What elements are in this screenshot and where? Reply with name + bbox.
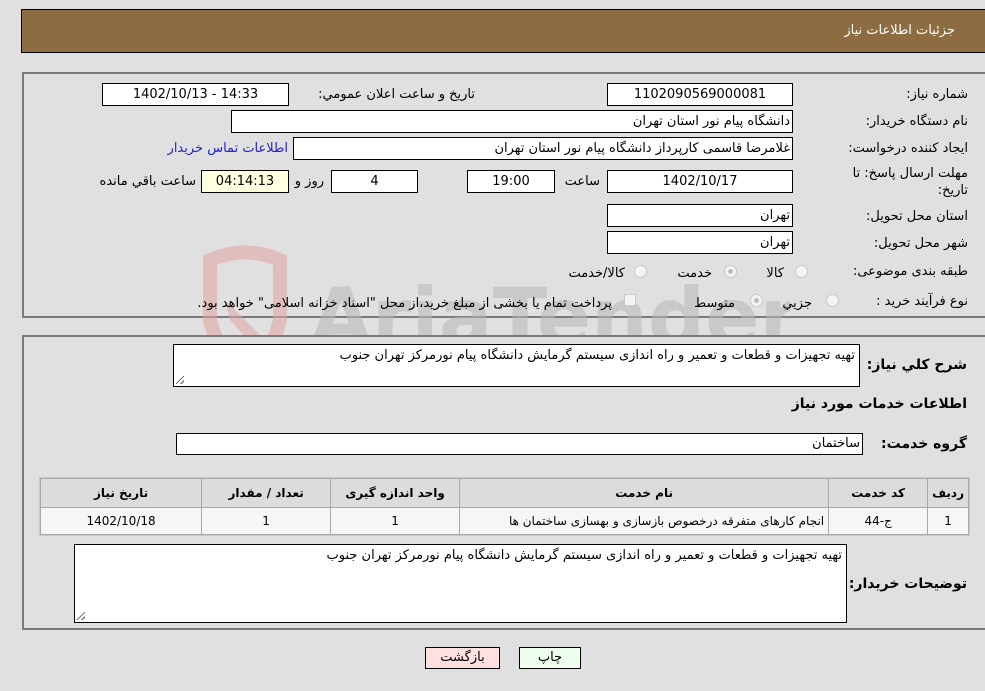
remaining-days-field: 4 [331, 170, 418, 193]
buyer-contact-link[interactable]: اطلاعات تماس خریدار [168, 141, 288, 156]
summary-textarea[interactable]: تهیه تجهیزات و قطعات و تعمیر و راه انداز… [173, 344, 860, 387]
col-header-need-date: تاریخ نیاز [39, 478, 203, 508]
deadline-label-line1: مهلت ارسال پاسخ: تا [852, 166, 968, 181]
delivery-city-field: تهران [607, 231, 793, 254]
requester-label: ایجاد کننده درخواست: [848, 141, 968, 156]
buyer-org-label: نام دستگاه خریدار: [865, 114, 968, 129]
cell-quantity: 1 [201, 507, 332, 535]
treasury-note: پرداخت تمام یا بخشی از مبلغ خرید،از محل … [197, 296, 612, 311]
treasury-checkbox[interactable] [624, 294, 636, 306]
table-row: 1 ج-44 انجام کارهای متفرقه درخصوص بازساز… [39, 507, 969, 535]
buyer-org-field: دانشگاه پیام نور استان تهران [231, 110, 793, 133]
services-table-wrapper: ردیف کد خدمت نام خدمت واحد اندازه گیری ت… [39, 477, 970, 536]
col-header-service-name: نام خدمت [459, 478, 830, 508]
table-header-row: ردیف کد خدمت نام خدمت واحد اندازه گیری ت… [39, 478, 969, 508]
service-group-label: گروه خدمت: [881, 436, 967, 452]
print-button[interactable]: چاپ [519, 647, 581, 669]
buyer-notes-text: تهیه تجهیزات و قطعات و تعمیر و راه انداز… [326, 548, 843, 563]
category-radio-goods-service[interactable] [634, 265, 647, 278]
services-section-title: اطلاعات خدمات مورد نیاز [791, 396, 967, 412]
deadline-time-label: ساعت [564, 174, 600, 189]
resize-grip-icon[interactable] [176, 376, 184, 384]
category-radio-goods[interactable] [795, 265, 808, 278]
need-number-field: 1102090569000081 [607, 83, 793, 106]
delivery-province-label: استان محل تحویل: [866, 209, 968, 224]
resize-grip-icon[interactable] [77, 612, 85, 620]
category-label: طبقه بندی موضوعی: [852, 264, 968, 279]
col-header-unit: واحد اندازه گیری [330, 478, 461, 508]
remaining-time-field: 04:14:13 [201, 170, 289, 193]
deadline-date-field: 1402/10/17 [607, 170, 793, 193]
delivery-province-field: تهران [607, 204, 793, 227]
page-header: جزئیات اطلاعات نیاز [21, 9, 985, 53]
purchase-type-radio-medium[interactable] [750, 294, 763, 307]
buyer-notes-label: توضیحات خریدار: [848, 576, 967, 592]
category-option-goods: کالا [766, 266, 784, 281]
category-option-goods-service: کالا/خدمت [568, 266, 625, 281]
cell-row-number: 1 [927, 507, 969, 535]
need-number-label: شماره نیاز: [906, 87, 968, 102]
services-table: ردیف کد خدمت نام خدمت واحد اندازه گیری ت… [39, 478, 969, 535]
back-button[interactable]: بازگشت [425, 647, 500, 669]
announce-datetime-field: 1402/10/13 - 14:33 [102, 83, 289, 106]
purchase-type-label: نوع فرآیند خرید : [876, 294, 968, 309]
deadline-time-field: 19:00 [467, 170, 555, 193]
purchase-type-option-medium: متوسط [694, 296, 735, 311]
col-header-quantity: تعداد / مقدار [201, 478, 332, 508]
deadline-label-line2: تاریخ: [937, 183, 968, 198]
announce-datetime-label: تاریخ و ساعت اعلان عمومي: [318, 87, 475, 102]
cell-service-name: انجام کارهای متفرقه درخصوص بازسازی و بهس… [459, 507, 830, 535]
summary-label: شرح كلي نياز: [866, 357, 967, 373]
purchase-type-radio-minor[interactable] [826, 294, 839, 307]
cell-need-date: 1402/10/18 [39, 507, 203, 535]
days-label: روز و [294, 174, 324, 189]
buyer-notes-textarea[interactable]: تهیه تجهیزات و قطعات و تعمیر و راه انداز… [74, 544, 847, 623]
cell-unit: 1 [330, 507, 461, 535]
category-radio-service[interactable] [724, 265, 737, 278]
summary-text: تهیه تجهیزات و قطعات و تعمیر و راه انداز… [339, 348, 856, 363]
requester-field: غلامرضا قاسمی کارپرداز دانشگاه پیام نور … [293, 137, 793, 160]
col-header-row-number: ردیف [927, 478, 969, 508]
delivery-city-label: شهر محل تحویل: [873, 236, 968, 251]
col-header-service-code: کد خدمت [828, 478, 929, 508]
purchase-type-option-minor: جزيي [782, 296, 812, 311]
cell-service-code: ج-44 [828, 507, 929, 535]
page-title: جزئیات اطلاعات نیاز [844, 23, 955, 38]
need-details-panel [22, 72, 985, 318]
remaining-time-label: ساعت باقي مانده [99, 174, 196, 189]
category-option-service: خدمت [677, 266, 712, 281]
service-group-field: ساختمان [176, 433, 863, 455]
